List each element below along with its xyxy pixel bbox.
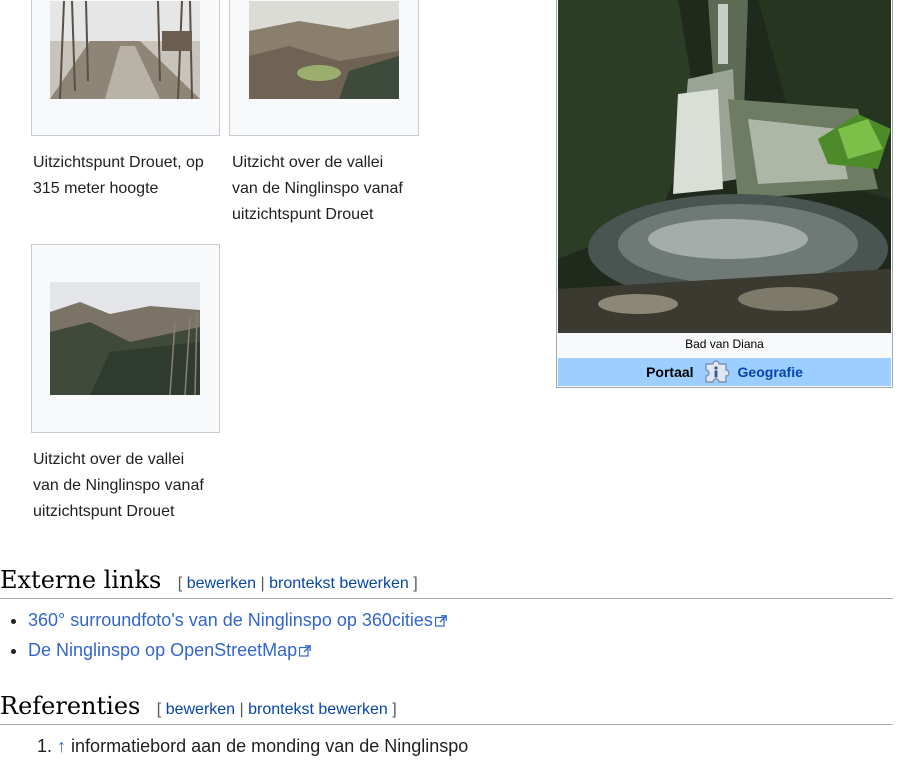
edit-link[interactable]: bewerken — [166, 701, 235, 718]
section-heading-referenties: Referenties [ bewerken | brontekst bewer… — [0, 690, 893, 725]
gallery-image-3[interactable] — [50, 282, 200, 395]
reference-text: informatiebord aan de monding van de Nin… — [71, 736, 469, 756]
gallery-image-2[interactable] — [249, 1, 399, 99]
bracket: [ — [156, 701, 162, 718]
gallery-caption-1: Uitzichtspunt Drouet, op 315 meter hoogt… — [33, 150, 218, 202]
separator: | — [239, 701, 244, 718]
external-link[interactable]: 360° surroundfoto's van de Ninglinspo op… — [28, 610, 433, 630]
references-list: 1. ↑ informatiebord aan de monding van d… — [37, 733, 468, 759]
infobox: Bad van Diana Portaal Geografie — [556, 0, 893, 388]
caption-line: Uitzicht over de vallei — [33, 451, 185, 468]
separator: | — [260, 575, 265, 592]
caption-line: uitzichtspunt Drouet — [33, 503, 175, 520]
caption-line: van de Ninglinspo vanaf — [232, 180, 403, 197]
external-link-icon — [299, 637, 312, 666]
list-item: De Ninglinspo op OpenStreetMap — [28, 636, 447, 666]
edit-link[interactable]: bewerken — [187, 575, 256, 592]
edit-section: [ bewerken | brontekst bewerken ] — [157, 701, 397, 718]
reference-number: 1. — [37, 736, 53, 756]
caption-line: Uitzicht over de vallei — [232, 154, 384, 171]
portal-link-geografie[interactable]: Geografie — [738, 364, 803, 380]
bracket: ] — [413, 575, 418, 592]
gallery-image-1[interactable] — [50, 1, 200, 99]
gallery-box-2 — [229, 0, 419, 136]
edit-source-link[interactable]: brontekst bewerken — [269, 575, 409, 592]
reference-item: 1. ↑ informatiebord aan de monding van d… — [37, 733, 468, 759]
portal-bar: Portaal Geografie — [558, 358, 891, 386]
bracket: [ — [177, 575, 183, 592]
section-title: Externe links — [0, 566, 162, 594]
edit-section: [ bewerken | brontekst bewerken ] — [178, 575, 418, 592]
gallery-box-3 — [31, 244, 220, 433]
external-links-list: 360° surroundfoto's van de Ninglinspo op… — [10, 606, 447, 666]
gallery-caption-3: Uitzicht over de vallei van de Ninglinsp… — [33, 447, 218, 525]
infobox-caption: Bad van Diana — [685, 337, 764, 351]
external-link[interactable]: De Ninglinspo op OpenStreetMap — [28, 640, 297, 660]
list-item: 360° surroundfoto's van de Ninglinspo op… — [28, 606, 447, 636]
bracket: ] — [392, 701, 397, 718]
caption-line: 315 meter hoogte — [33, 180, 159, 197]
infobox-image[interactable] — [558, 0, 891, 333]
edit-source-link[interactable]: brontekst bewerken — [248, 701, 388, 718]
external-link-icon — [434, 607, 447, 636]
portal-label: Portaal — [646, 364, 694, 380]
gallery-caption-2: Uitzicht over de vallei van de Ninglinsp… — [232, 150, 417, 228]
reference-backlink[interactable]: ↑ — [57, 736, 66, 756]
section-title: Referenties — [0, 692, 141, 720]
gallery-box-1 — [31, 0, 220, 136]
caption-line: Uitzichtspunt Drouet, op — [33, 154, 204, 171]
section-heading-externe-links: Externe links [ bewerken | brontekst bew… — [0, 564, 893, 599]
puzzle-info-icon[interactable] — [702, 360, 730, 384]
caption-line: van de Ninglinspo vanaf — [33, 477, 204, 494]
caption-line: uitzichtspunt Drouet — [232, 206, 374, 223]
